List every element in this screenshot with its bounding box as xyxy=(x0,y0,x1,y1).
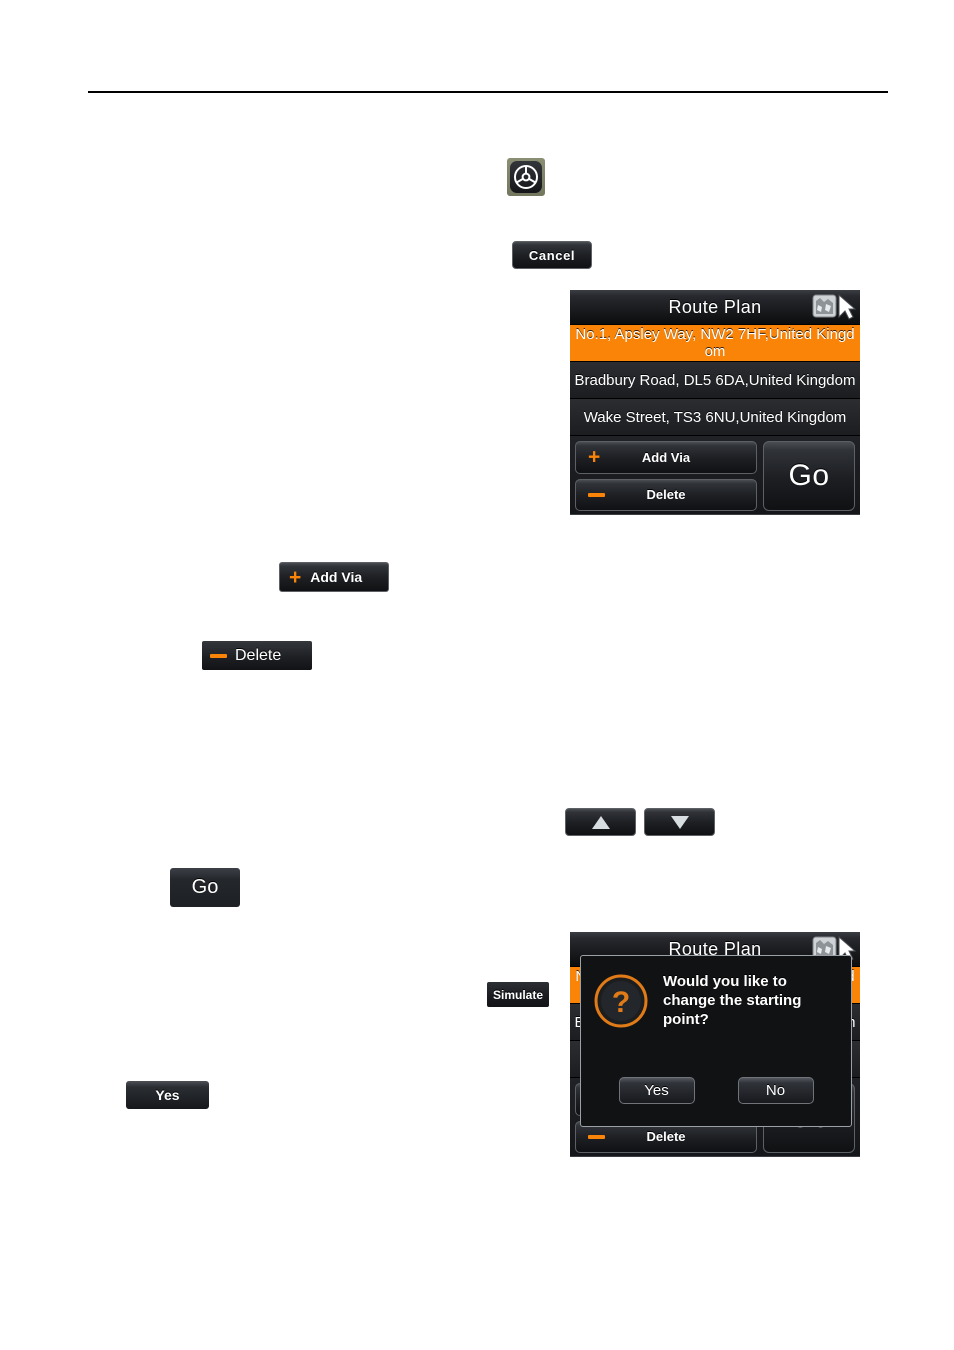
cancel-button-label: Cancel xyxy=(528,247,576,263)
simulate-figure-label: Simulate xyxy=(492,987,543,1002)
minus-icon xyxy=(588,492,605,497)
steering-wheel-glyph xyxy=(514,165,538,189)
delete-button-label: Delete xyxy=(646,487,686,503)
steering-wheel-icon[interactable] xyxy=(507,158,545,196)
add-via-button[interactable]: + Add Via xyxy=(575,441,757,474)
go-button-figure[interactable]: Go xyxy=(170,868,240,907)
minus-icon xyxy=(210,653,227,658)
page-title: Route Plan xyxy=(668,296,762,317)
address-row-2[interactable]: Bradbury Road, DL5 6DA,United Kingdom xyxy=(570,362,860,399)
simulate-button-figure[interactable]: Simulate xyxy=(487,982,549,1007)
address-row-1-text: No.1, Apsley Way, NW2 7HF,United Kingdom xyxy=(575,326,855,360)
triangle-down-icon xyxy=(670,815,689,829)
route-plan-titlebar: Route Plan xyxy=(570,290,860,325)
route-actions-area: + Add Via Delete Go xyxy=(570,436,860,514)
steering-wheel-icon-inner xyxy=(510,161,542,193)
delete-button-label-bg: Delete xyxy=(646,1129,686,1145)
dialog-yes-button[interactable]: Yes xyxy=(618,1077,695,1104)
address-row-3[interactable]: Wake Street, TS3 6NU,United Kingdom xyxy=(570,399,860,436)
address-row-2-text: Bradbury Road, DL5 6DA,United Kingdom xyxy=(574,371,856,389)
confirm-dialog: ? Would you like to change the starting … xyxy=(580,955,852,1127)
add-via-button-label: Add Via xyxy=(641,449,691,465)
route-actions-left: + Add Via Delete xyxy=(575,441,757,511)
delete-button[interactable]: Delete xyxy=(575,478,757,511)
scroll-up-button[interactable] xyxy=(565,808,636,836)
go-button-label: Go xyxy=(788,459,830,492)
confirm-dialog-actions: Yes No xyxy=(581,1077,851,1104)
dialog-no-label: No xyxy=(765,1082,786,1099)
go-figure-label: Go xyxy=(191,876,219,898)
add-via-button-figure[interactable]: + Add Via xyxy=(279,562,389,592)
confirm-dialog-message: Would you like to change the starting po… xyxy=(663,973,802,1028)
yes-figure-label: Yes xyxy=(155,1087,180,1103)
add-via-figure-label: Add Via xyxy=(310,569,363,585)
map-cursor-glyph xyxy=(812,293,857,320)
address-row-3-text: Wake Street, TS3 6NU,United Kingdom xyxy=(583,408,847,426)
page-header-rule xyxy=(88,91,888,93)
dialog-no-button[interactable]: No xyxy=(737,1077,814,1104)
delete-figure-label: Delete xyxy=(235,646,282,664)
map-cursor-icon[interactable] xyxy=(812,293,857,320)
plus-icon: + xyxy=(588,445,601,469)
yes-button-figure[interactable]: Yes xyxy=(126,1081,209,1109)
route-plan-toolbar: Options On Map Simulate xyxy=(570,514,860,515)
route-plan-screen: Route Plan No.1, Apsley Way, NW2 7HF,Uni… xyxy=(570,290,860,515)
scroll-down-button[interactable] xyxy=(644,808,715,836)
go-button[interactable]: Go xyxy=(763,441,855,511)
question-icon-glyph: ? xyxy=(594,974,648,1027)
question-icon: ? xyxy=(593,973,649,1029)
plus-icon: + xyxy=(289,565,302,589)
cancel-button[interactable]: Cancel xyxy=(512,241,592,269)
delete-button-figure[interactable]: Delete xyxy=(202,641,312,670)
address-row-1[interactable]: No.1, Apsley Way, NW2 7HF,United Kingdom xyxy=(570,325,860,362)
minus-icon xyxy=(588,1134,605,1139)
svg-text:?: ? xyxy=(612,986,630,1019)
confirm-dialog-body: ? Would you like to change the starting … xyxy=(581,956,851,1029)
route-plan-toolbar-2: Options On Map Simulate xyxy=(570,1156,860,1157)
triangle-up-icon xyxy=(591,815,610,829)
scroll-arrow-pair xyxy=(565,808,715,836)
dialog-yes-label: Yes xyxy=(644,1082,669,1099)
